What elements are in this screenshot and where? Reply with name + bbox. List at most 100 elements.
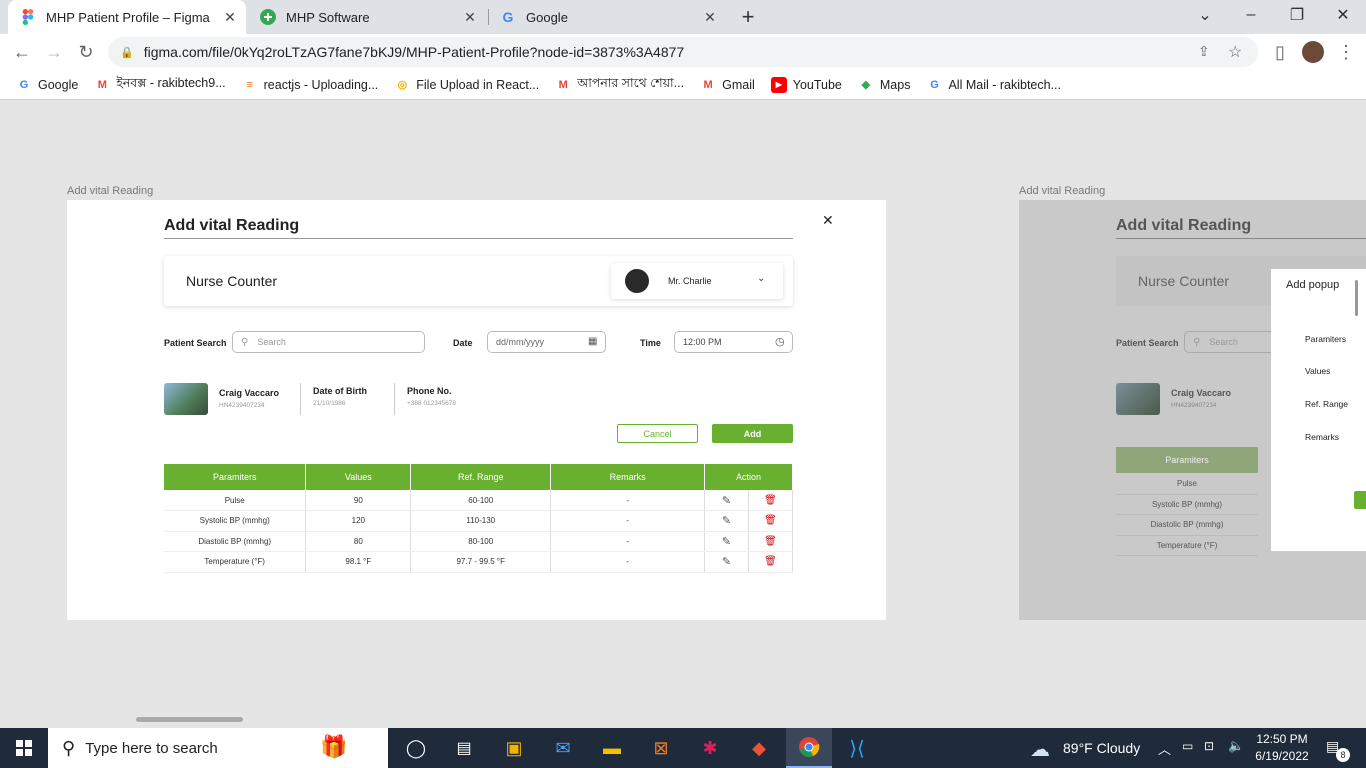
avatar [625,269,649,293]
forward-icon[interactable]: → [42,40,66,64]
edit-icon[interactable]: ✎ [704,510,749,532]
star-icon[interactable]: ☆ [1228,42,1242,62]
windows-taskbar: ⚲ Type here to search 🎁 ◯ ▤ ▣ ✉ ▬ ⊠ ✱ ◆ … [0,728,1366,768]
tab-figma[interactable]: MHP Patient Profile – Figma ✕ [8,0,246,34]
vscode-icon[interactable]: ⟩⟨ [837,728,877,768]
phone-label: Phone No. [407,386,452,396]
chrome-icon[interactable] [786,728,832,768]
nurse-counter-card: Nurse Counter Mr. Charlie ⌄ [164,256,793,306]
dob-label: Date of Birth [313,386,367,396]
back-icon[interactable]: ← [10,40,34,64]
bookmark-file-upload[interactable]: ◎ File Upload in React... [394,77,539,93]
gmail-icon: M [558,78,568,91]
title-divider [1116,238,1366,239]
popup-add-button[interactable] [1354,491,1366,509]
trash-icon[interactable]: 🗑 [748,551,794,573]
close-icon[interactable]: ✕ [702,9,718,26]
scrollbar[interactable] [1355,280,1358,316]
new-tab-button[interactable]: + [736,4,760,30]
divider [300,383,301,415]
bookmark-shared[interactable]: M আপনার সাথে শেয়া... [555,75,684,95]
bookmark-inbox[interactable]: M ইনবক্স - rakibtech9... [94,75,226,95]
sourcetree-icon[interactable]: ◆ [739,728,779,768]
search-placeholder: Search [257,337,286,347]
tab-search-icon[interactable]: ⌄ [1182,0,1228,30]
trash-icon[interactable]: 🗑 [748,510,794,532]
time-input[interactable]: 12:00 PM ◷ [674,331,793,353]
file-explorer-icon[interactable]: ▬ [592,728,632,768]
edit-icon[interactable]: ✎ [704,490,749,511]
frame-label[interactable]: Add vital Reading [67,185,153,197]
popup-title: Add popup [1286,279,1340,291]
bookmark-gmail[interactable]: M Gmail [700,77,755,93]
maps-icon: ◆ [861,79,871,91]
frame-label[interactable]: Add vital Reading [1019,185,1105,197]
add-popup[interactable]: Add popup Paramiters Values Ref. Range R… [1271,269,1366,551]
clock-date[interactable]: 6/19/2022 [1254,749,1310,763]
task-view-icon[interactable]: ◯ [396,728,436,768]
figma-icon [20,9,36,25]
store-icon[interactable]: ▣ [494,728,534,768]
cancel-button[interactable]: Cancel [617,424,698,443]
bookmarks-bar: G Google M ইনবক্স - rakibtech9... ≡ reactjs… [0,70,1366,100]
cell-range: 80-100 [410,531,552,552]
close-icon[interactable]: ✕ [462,9,478,26]
network-icon[interactable]: ⊡ [1204,739,1214,753]
slack-icon[interactable]: ✱ [690,728,730,768]
weather-text[interactable]: 89°F Cloudy [1063,740,1140,756]
side-panel-icon[interactable]: ▯ [1268,40,1292,64]
address-toolbar: ← → ↻ 🔒 figma.com/file/0kYq2roLTzAG7fane… [0,34,1366,70]
patient-search-input[interactable]: ⚲ Search [1184,331,1284,353]
taskbar-search-box[interactable]: ⚲ Type here to search 🎁 [48,728,388,768]
add-vital-reading-popup-frame[interactable]: Add vital Reading Nurse Counter Patient … [1019,200,1366,620]
tab-mhp-software[interactable]: MHP Software ✕ [248,0,486,34]
cell-value: 90 [305,490,412,511]
reload-icon[interactable]: ↻ [74,40,98,64]
xampp-icon[interactable]: ⊠ [641,728,681,768]
doctor-select[interactable]: Mr. Charlie ⌄ [611,263,783,299]
tab-google[interactable]: G Google ✕ [488,0,726,34]
avatar[interactable] [1302,41,1324,63]
patient-photo [1116,383,1160,415]
clock-time[interactable]: 12:50 PM [1256,732,1308,746]
stackoverflow-icon: ≡ [246,78,253,91]
trash-icon[interactable]: 🗑 [748,531,794,552]
restore-button[interactable]: ❐ [1274,0,1320,30]
widgets-icon[interactable]: ▤ [444,728,484,768]
search-icon: ⚲ [241,336,249,348]
windows-start-icon[interactable] [4,728,44,768]
list-item: Temperature (°F) [1116,536,1258,556]
bookmark-maps[interactable]: ◆ Maps [858,77,911,93]
table-row: Diastolic BP (mmhg) 80 80-100 - ✎ 🗑 [164,531,794,552]
menu-icon[interactable]: ⋮ [1334,40,1358,64]
edit-icon[interactable]: ✎ [704,551,749,573]
volume-icon[interactable]: 🔈 [1228,738,1244,754]
window-close-button[interactable]: ✕ [1320,0,1366,30]
bookmark-reactjs[interactable]: ≡ reactjs - Uploading... [242,77,378,93]
table-header-row: Paramiters Values Ref. Range Remarks Act… [164,464,793,490]
patient-search-input[interactable]: ⚲ Search [232,331,425,353]
column-header: Ref. Range [410,464,552,490]
close-icon[interactable]: ✕ [822,212,834,229]
chevron-up-icon[interactable]: ︿ [1158,739,1171,758]
calendar-icon: ▦ [588,336,598,347]
address-bar[interactable]: 🔒 figma.com/file/0kYq2roLTzAG7fane7bKJ9/… [108,37,1258,67]
bookmark-youtube[interactable]: ▶ YouTube [770,76,842,93]
page-title: Add vital Reading [1116,217,1252,234]
trash-icon[interactable]: 🗑 [748,490,794,511]
google-icon: G [19,78,29,91]
add-vital-reading-frame[interactable]: Add vital Reading ✕ Nurse Counter Mr. Ch… [67,200,886,620]
add-button[interactable]: Add [712,424,793,443]
close-icon[interactable]: ✕ [222,9,238,26]
bookmark-google[interactable]: G Google [16,77,79,93]
figma-canvas[interactable]: Add vital Reading Add vital Reading ✕ Nu… [0,101,1366,728]
edit-icon[interactable]: ✎ [704,531,749,552]
minimize-button[interactable]: – [1228,0,1274,30]
bookmark-all-mail[interactable]: G All Mail - rakibtech... [926,77,1061,93]
list-item: Diastolic BP (mmhg) [1116,515,1258,536]
horizontal-scrollbar[interactable] [136,717,243,722]
battery-icon[interactable]: ▭ [1182,739,1193,753]
date-input[interactable]: dd/mm/yyyy ▦ [487,331,606,353]
share-icon[interactable]: ⇪ [1198,43,1210,60]
mail-icon[interactable]: ✉ [543,728,583,768]
